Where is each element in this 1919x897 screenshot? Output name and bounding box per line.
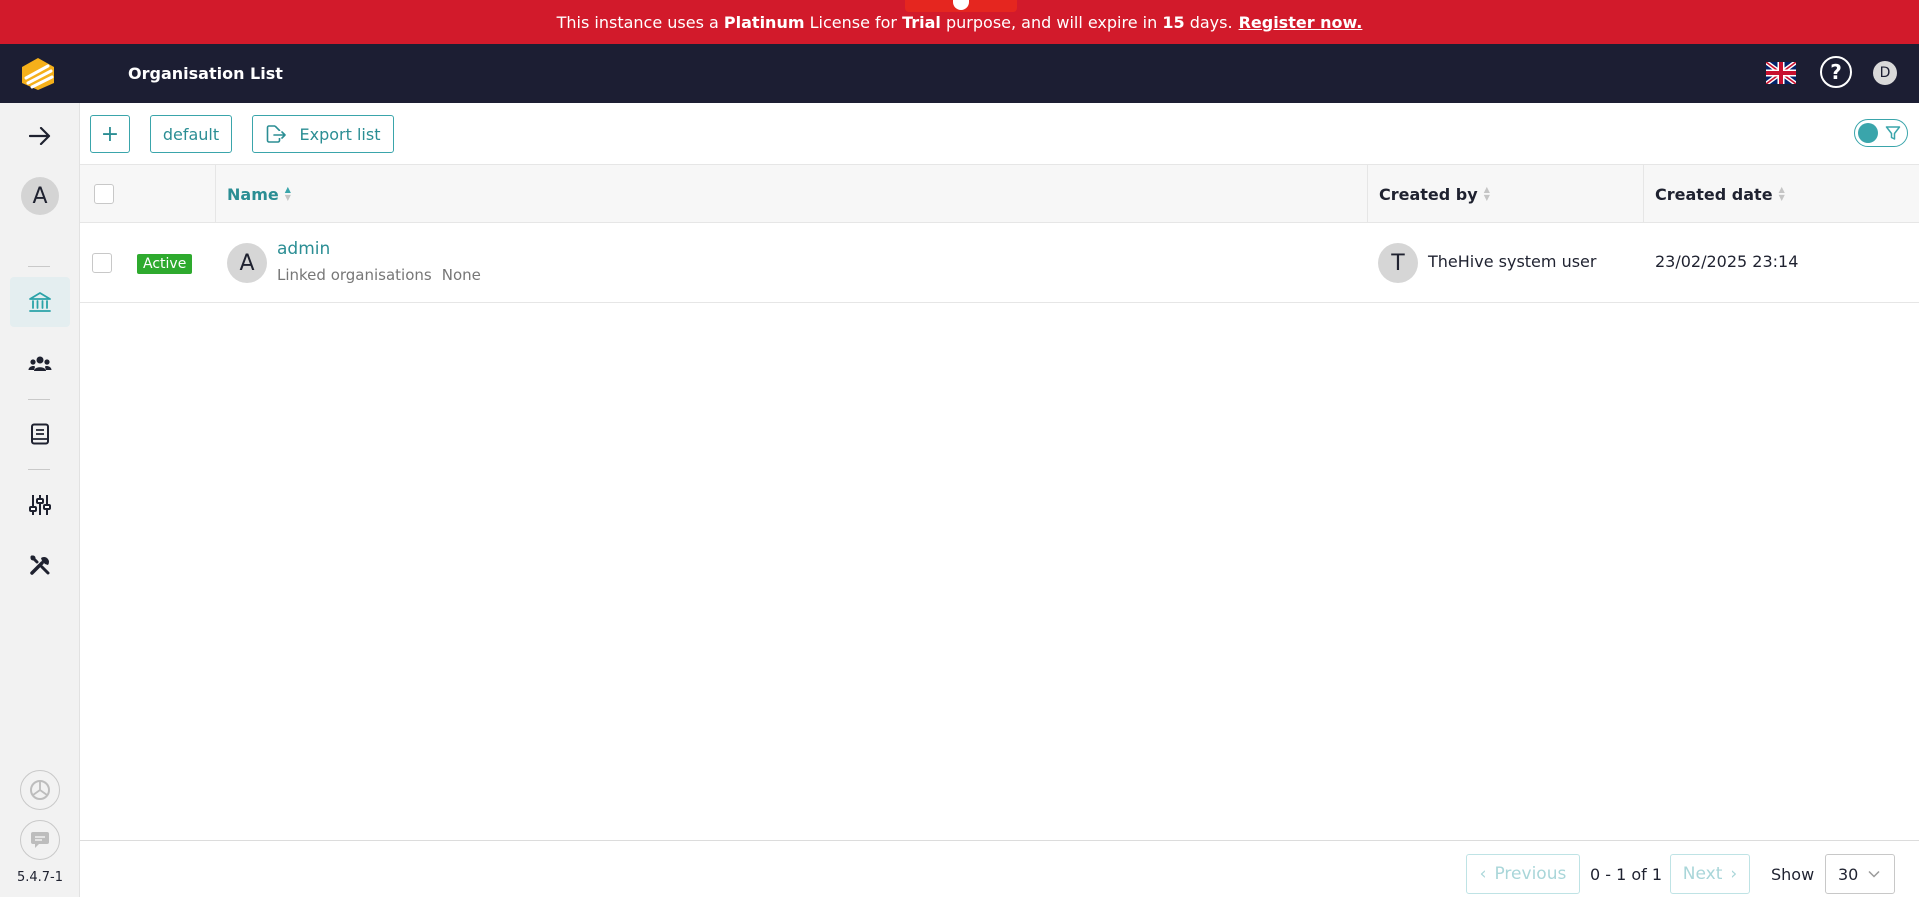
chevron-right-icon: ›	[1730, 864, 1738, 884]
arrow-right-icon	[29, 127, 51, 145]
register-now-link[interactable]: Register now.	[1239, 13, 1363, 32]
uk-flag-icon[interactable]	[1764, 60, 1798, 86]
add-organisation-button[interactable]: +	[90, 115, 130, 153]
sidebar-divider	[28, 399, 50, 400]
expand-sidebar-button[interactable]	[10, 111, 70, 161]
chat-icon	[31, 832, 49, 848]
organisation-name-link[interactable]: admin	[277, 239, 330, 259]
users-icon	[28, 356, 52, 371]
banner-tab-notch	[905, 0, 1017, 12]
theme-toggle-button[interactable]	[20, 770, 60, 810]
license-banner: This instance uses a Platinum License fo…	[0, 0, 1919, 44]
pagination-range: 0 - 1 of 1	[1590, 865, 1663, 884]
user-avatar[interactable]: D	[1873, 61, 1897, 85]
creator-avatar: T	[1378, 243, 1418, 283]
help-icon[interactable]: ?	[1820, 56, 1852, 88]
toolbar: + default Export list	[80, 103, 1919, 165]
pagination-footer: ‹ Previous 0 - 1 of 1 Next › Show 30	[80, 840, 1919, 897]
column-header-created-by[interactable]: Created by ▲ ▼	[1379, 165, 1490, 223]
select-all-checkbox[interactable]	[94, 184, 114, 204]
sidebar-item-organisations[interactable]	[10, 277, 70, 327]
sidebar-divider	[28, 266, 50, 267]
show-label: Show	[1771, 865, 1815, 884]
table-row[interactable]: Active A admin Linked organisations None …	[80, 223, 1919, 303]
column-header-created-by-label: Created by	[1379, 184, 1478, 204]
column-divider	[1643, 165, 1644, 223]
sidebar-divider	[28, 469, 50, 470]
app-version: 5.4.7-1	[16, 870, 64, 885]
filter-toggle[interactable]	[1854, 119, 1908, 147]
chevron-left-icon: ‹	[1479, 864, 1487, 884]
export-list-button[interactable]: Export list	[252, 115, 394, 153]
sort-icon: ▲ ▼	[1483, 185, 1490, 202]
page-title: Organisation List	[128, 64, 283, 83]
column-header-created-date[interactable]: Created date ▲ ▼	[1655, 165, 1785, 223]
previous-page-button[interactable]: ‹ Previous	[1466, 854, 1580, 894]
book-icon	[31, 423, 49, 445]
sidebar-item-platform-management[interactable]	[10, 540, 70, 590]
banner-text-4: days.	[1189, 12, 1233, 32]
export-icon	[266, 125, 286, 143]
row-select-checkbox[interactable]	[92, 253, 112, 273]
linked-organisations: Linked organisations None	[277, 266, 481, 284]
org-avatar: A	[21, 177, 59, 215]
chevron-down-icon	[1868, 870, 1880, 878]
created-by-value: TheHive system user	[1428, 252, 1597, 271]
org-avatar: A	[227, 243, 267, 283]
status-badge: Active	[137, 254, 193, 274]
thehive-logo-icon[interactable]	[18, 56, 58, 92]
column-divider	[1367, 165, 1368, 223]
table-header: Name ▲ ▼ Created by ▲ ▼ Created date ▲ ▼	[80, 165, 1919, 223]
page-size-value: 30	[1838, 864, 1859, 884]
created-date-value: 23/02/2025 23:14	[1655, 252, 1799, 271]
top-header: Organisation List ? D	[0, 44, 1919, 103]
banner-plan: Platinum	[723, 12, 805, 32]
banner-days: 15	[1162, 12, 1185, 32]
sliders-icon	[29, 495, 51, 515]
export-list-label: Export list	[299, 124, 381, 144]
tools-icon	[30, 555, 50, 575]
filter-icon	[1885, 126, 1901, 140]
sidebar-item-settings[interactable]	[10, 480, 70, 530]
chat-button[interactable]	[20, 820, 60, 860]
column-divider	[215, 165, 216, 223]
bank-icon	[29, 292, 51, 312]
toggle-knob	[1858, 123, 1878, 143]
palette-icon	[30, 780, 50, 800]
banner-purpose: Trial	[902, 12, 941, 32]
next-label: Next	[1682, 864, 1723, 884]
sidebar: A 5.4.7-1	[0, 103, 80, 897]
sort-icon: ▲ ▼	[1778, 185, 1785, 202]
sidebar-item-users[interactable]	[10, 339, 70, 389]
organisation-switcher[interactable]: A	[10, 171, 70, 221]
linked-organisations-value: None	[441, 266, 481, 284]
column-header-name-label: Name	[227, 184, 279, 204]
linked-organisations-label: Linked organisations	[277, 266, 432, 284]
sidebar-item-knowledge-base[interactable]	[10, 409, 70, 459]
banner-text-3: purpose, and will expire in	[946, 12, 1158, 32]
previous-label: Previous	[1494, 864, 1567, 884]
banner-text-2: License for	[809, 12, 897, 32]
column-header-created-date-label: Created date	[1655, 184, 1773, 204]
banner-text-1: This instance uses a	[556, 12, 719, 32]
next-page-button[interactable]: Next ›	[1670, 854, 1750, 894]
page-size-select[interactable]: 30	[1825, 854, 1895, 894]
column-header-name[interactable]: Name ▲ ▼	[227, 165, 291, 223]
default-view-button[interactable]: default	[150, 115, 232, 153]
sort-ascending-icon: ▲ ▼	[284, 185, 291, 202]
